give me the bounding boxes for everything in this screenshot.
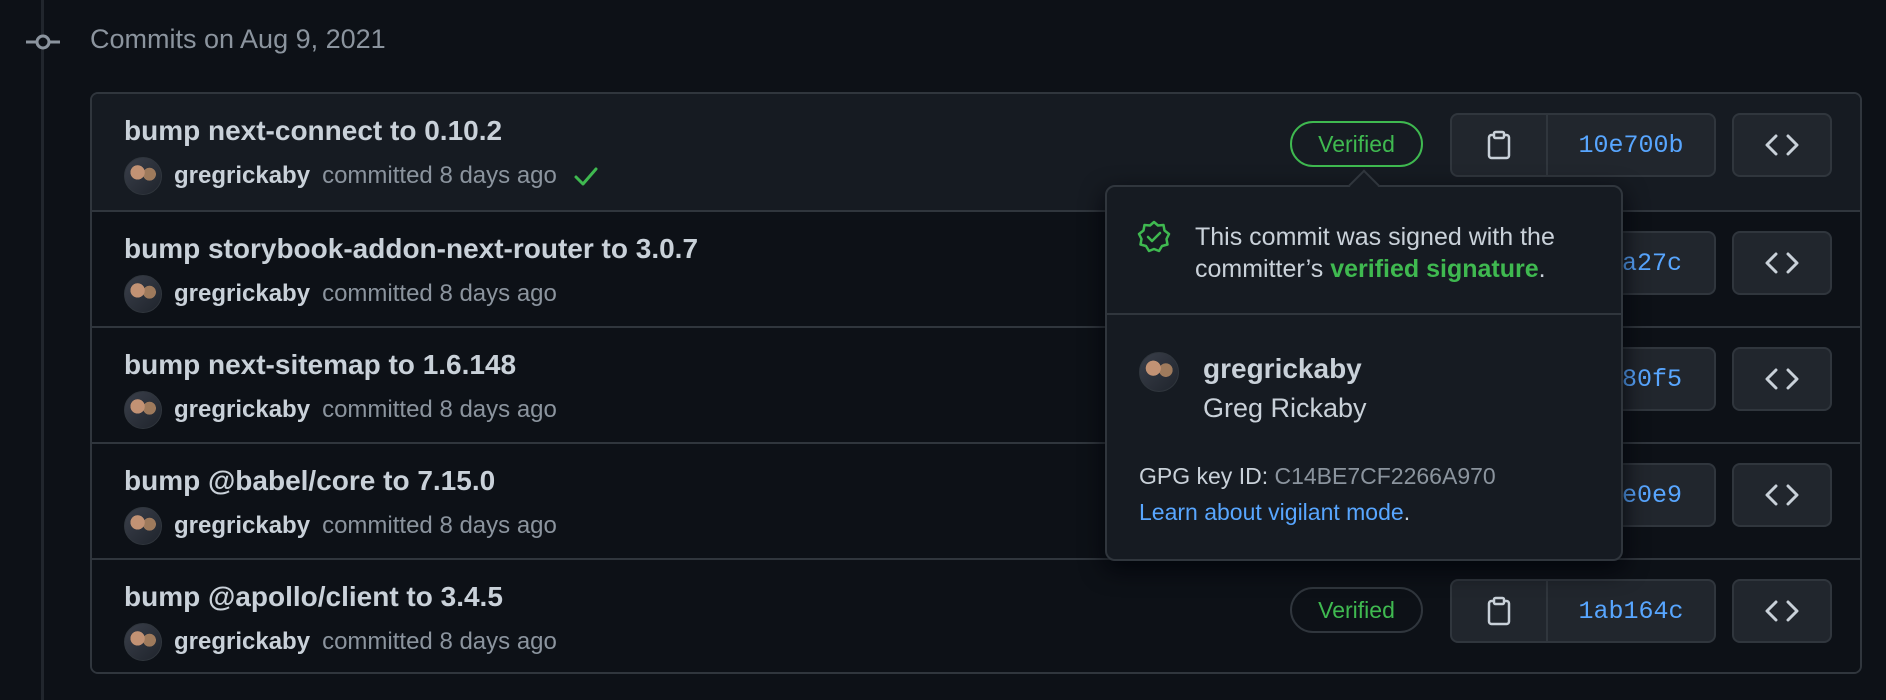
clipboard-icon xyxy=(1487,596,1511,626)
commit-meta: gregrickaby committed 8 days ago xyxy=(124,274,557,314)
author-link[interactable]: gregrickaby xyxy=(174,280,310,308)
verified-badge[interactable]: Verified xyxy=(1290,587,1423,633)
browse-repo-button[interactable] xyxy=(1732,347,1832,411)
gpg-key-line: GPG key ID: C14BE7CF2266A970 xyxy=(1139,463,1496,490)
browse-repo-button[interactable] xyxy=(1732,113,1832,177)
commit-row: bump @apollo/client to 3.4.5 gregrickaby… xyxy=(92,558,1860,672)
verified-signature-text: verified signature xyxy=(1330,255,1539,283)
signature-popover: This commit was signed with the committe… xyxy=(1105,185,1623,561)
gpg-key-id: C14BE7CF2266A970 xyxy=(1274,463,1496,489)
commit-time-text: committed 8 days ago xyxy=(322,628,557,655)
verified-badge[interactable]: Verified xyxy=(1290,121,1423,167)
commit-group-date-heading: Commits on Aug 9, 2021 xyxy=(90,24,386,54)
browse-repo-button[interactable] xyxy=(1732,463,1832,527)
sha-button-group: 1ab164c xyxy=(1450,579,1716,643)
committer-full-name: Greg Rickaby xyxy=(1203,393,1367,423)
author-link[interactable]: gregrickaby xyxy=(174,512,310,540)
commit-meta: gregrickaby committed 8 days ago xyxy=(124,622,557,662)
author-avatar[interactable] xyxy=(124,275,162,313)
popover-header: This commit was signed with the committe… xyxy=(1107,187,1621,315)
committer-login-link[interactable]: gregrickaby xyxy=(1203,353,1362,385)
commit-meta: gregrickaby committed 8 days ago xyxy=(124,506,557,546)
author-avatar[interactable] xyxy=(124,623,162,661)
check-icon[interactable] xyxy=(573,163,599,189)
signature-message-end: . xyxy=(1538,255,1546,283)
commit-title-link[interactable]: bump @apollo/client to 3.4.5 xyxy=(124,581,503,613)
copy-sha-button[interactable] xyxy=(1452,581,1548,641)
vigilant-mode-suffix: . xyxy=(1403,499,1411,525)
commit-time-text: committed 8 days ago xyxy=(322,396,557,423)
commit-time-text: committed 8 days ago xyxy=(322,162,557,189)
commit-meta: gregrickaby committed 8 days ago xyxy=(124,390,557,430)
commit-sha-link[interactable]: 1ab164c xyxy=(1548,581,1714,641)
author-link[interactable]: gregrickaby xyxy=(174,162,310,190)
code-icon xyxy=(1765,484,1799,506)
author-link[interactable]: gregrickaby xyxy=(174,628,310,656)
signature-message: This commit was signed with the committe… xyxy=(1195,221,1605,285)
committer-avatar[interactable] xyxy=(1139,352,1179,392)
commit-time-text: committed 8 days ago xyxy=(322,280,557,307)
verified-shield-icon xyxy=(1137,220,1171,253)
copy-sha-button[interactable] xyxy=(1452,115,1548,175)
timeline-line xyxy=(41,0,44,700)
commit-sha-link[interactable]: 10e700b xyxy=(1548,115,1714,175)
vigilant-mode-line: Learn about vigilant mode. xyxy=(1139,499,1410,526)
code-icon xyxy=(1765,134,1799,156)
author-link[interactable]: gregrickaby xyxy=(174,396,310,424)
code-icon xyxy=(1765,600,1799,622)
sha-button-group: 10e700b xyxy=(1450,113,1716,177)
author-avatar[interactable] xyxy=(124,391,162,429)
commit-title-link[interactable]: bump next-sitemap to 1.6.148 xyxy=(124,349,516,381)
commit-meta: gregrickaby committed 8 days ago xyxy=(124,156,599,196)
vigilant-mode-link[interactable]: Learn about vigilant mode xyxy=(1139,499,1404,525)
commit-title-link[interactable]: bump storybook-addon-next-router to 3.0.… xyxy=(124,233,698,265)
code-icon xyxy=(1765,368,1799,390)
author-avatar[interactable] xyxy=(124,157,162,195)
gpg-key-label: GPG key ID: xyxy=(1139,463,1275,489)
commit-time-text: committed 8 days ago xyxy=(322,512,557,539)
browse-repo-button[interactable] xyxy=(1732,579,1832,643)
code-icon xyxy=(1765,252,1799,274)
clipboard-icon xyxy=(1487,130,1511,160)
git-commit-icon xyxy=(26,34,60,50)
author-avatar[interactable] xyxy=(124,507,162,545)
commit-title-link[interactable]: bump next-connect to 0.10.2 xyxy=(124,115,502,147)
browse-repo-button[interactable] xyxy=(1732,231,1832,295)
commit-title-link[interactable]: bump @babel/core to 7.15.0 xyxy=(124,465,495,497)
